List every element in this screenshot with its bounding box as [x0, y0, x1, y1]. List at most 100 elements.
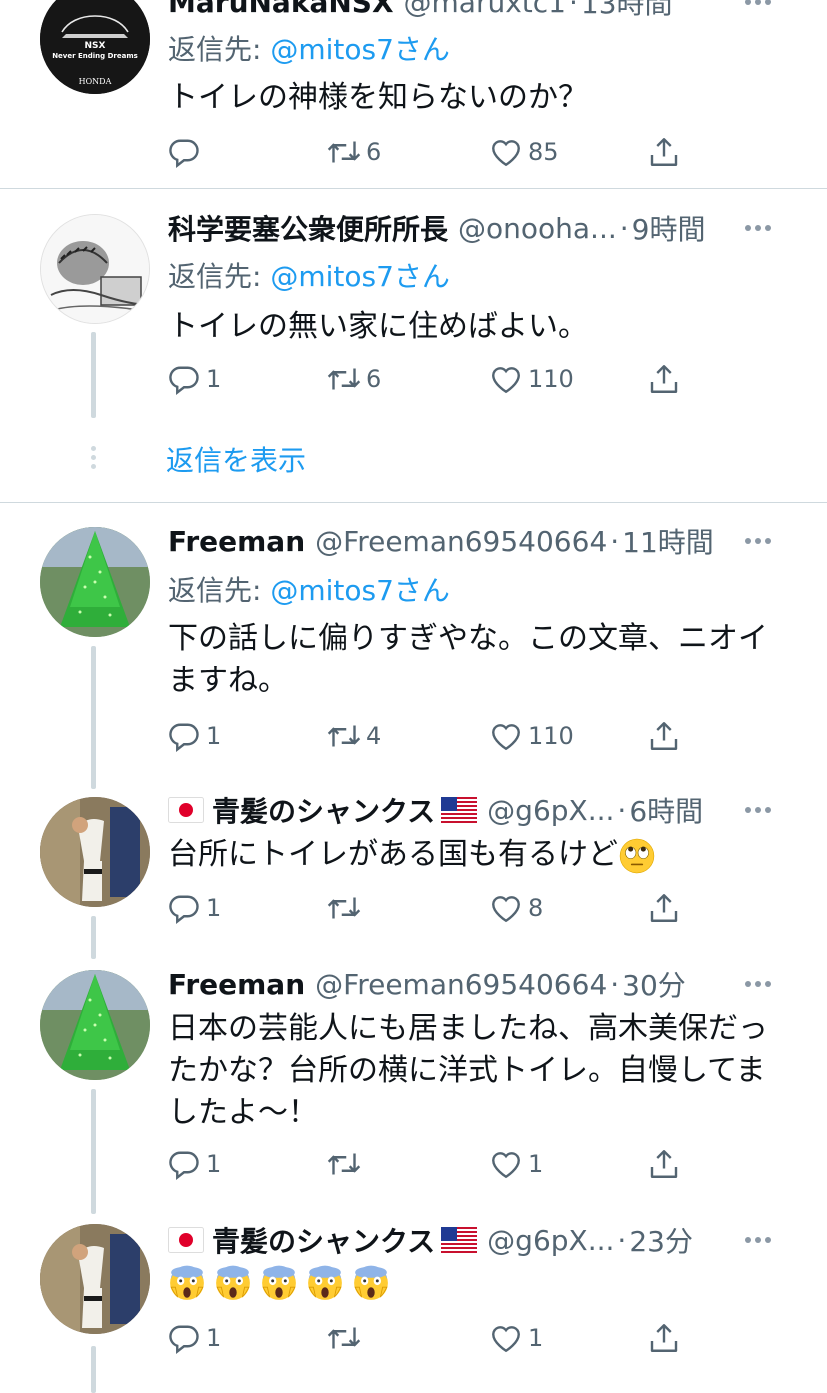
heart-icon — [488, 361, 524, 397]
user-handle[interactable]: @onooha... — [458, 212, 617, 245]
display-name[interactable]: Freeman — [168, 968, 305, 1001]
user-handle[interactable]: @g6pX... — [487, 1224, 614, 1257]
timestamp[interactable]: 6時間 — [629, 790, 703, 830]
tweet[interactable]: 科学要塞公衆便所所長 @onooha... · 9時間 返信先: @mitos7… — [0, 189, 827, 502]
show-replies-link[interactable]: 返信を表示 — [166, 439, 306, 479]
avatar[interactable] — [40, 214, 150, 324]
action-bar: 1 1 — [166, 1318, 706, 1358]
tweet[interactable]: 青髪のシャンクス @g6pX... · 23分 1 1 — [0, 1206, 827, 1393]
thread-ellipsis — [91, 446, 96, 469]
tweet[interactable]: 青髪のシャンクス @g6pX... · 6時間 台所にトイレがある国も有るけど … — [0, 773, 827, 959]
user-handle[interactable]: @Freeman69540664 — [315, 525, 607, 558]
reply-count: 1 — [206, 722, 222, 750]
timestamp[interactable]: 23分 — [629, 1220, 693, 1260]
more-icon[interactable] — [745, 521, 771, 561]
separator-dot: · — [619, 211, 629, 245]
tweet[interactable]: Freeman @Freeman69540664 · 11時間 返信先: @mi… — [0, 503, 827, 789]
more-icon[interactable] — [745, 0, 771, 22]
timestamp[interactable]: 13時間 — [581, 0, 673, 22]
mention-link[interactable]: @mitos7さん — [270, 33, 450, 66]
share-button[interactable] — [646, 888, 682, 928]
thread-line — [91, 1346, 96, 1393]
user-handle[interactable]: @g6pX... — [487, 794, 614, 827]
avatar[interactable]: NSX Never Ending Dreams HONDA — [40, 0, 150, 94]
tree-avatar-image — [40, 527, 150, 637]
nsx-logo-avatar: NSX Never Ending Dreams HONDA — [40, 0, 150, 94]
like-count: 1 — [528, 1324, 544, 1352]
scream-emoji — [214, 1264, 252, 1302]
avatar[interactable] — [40, 527, 150, 637]
tweet-text: 日本の芸能人にも居ましたね、高木美保だっ たかな？台所の横に洋式トイレ。自慢して… — [168, 1008, 788, 1134]
share-icon — [646, 718, 682, 754]
tweet[interactable]: NSX Never Ending Dreams HONDA MaruNakaNS… — [0, 0, 827, 188]
heart-icon — [488, 890, 524, 926]
heart-icon — [488, 718, 524, 754]
action-bar: 1 4 110 — [166, 716, 706, 756]
more-icon[interactable] — [745, 964, 771, 1004]
display-name[interactable]: 科学要塞公衆便所所長 — [168, 208, 448, 248]
retweet-button[interactable] — [326, 1318, 366, 1358]
tweet-header: MaruNakaNSX @maruxtc1 · 13時間 — [168, 0, 815, 22]
tweet-text-line: 下の話しに偏りすぎやな。この文章、ニオイ — [168, 621, 768, 656]
like-button[interactable]: 110 — [488, 359, 574, 399]
karate-avatar-image — [40, 1224, 150, 1334]
thread-line — [91, 332, 96, 418]
display-name[interactable]: 青髪のシャンクス — [212, 790, 435, 830]
like-count: 1 — [528, 1150, 544, 1178]
reply-button[interactable]: 1 — [166, 1318, 221, 1358]
reply-button[interactable]: 1 — [166, 716, 221, 756]
tweet[interactable]: Freeman @Freeman69540664 · 30分 日本の芸能人にも居… — [0, 946, 827, 1214]
share-button[interactable] — [646, 1144, 682, 1184]
like-button[interactable]: 110 — [488, 716, 574, 756]
reply-context: 返信先: @mitos7さん — [168, 255, 450, 295]
like-button[interactable]: 1 — [488, 1318, 543, 1358]
timestamp[interactable]: 9時間 — [632, 208, 706, 248]
retweet-button[interactable] — [326, 888, 366, 928]
retweet-count: 6 — [366, 365, 382, 393]
us-flag-icon — [441, 1227, 477, 1253]
avatar[interactable] — [40, 970, 150, 1080]
display-name[interactable]: Freeman — [168, 525, 305, 558]
display-name[interactable]: 青髪のシャンクス — [212, 1220, 435, 1260]
reply-icon — [166, 361, 202, 397]
retweet-icon — [326, 1146, 362, 1182]
reply-button[interactable]: 1 — [166, 359, 221, 399]
scream-emoji — [168, 1264, 206, 1302]
retweet-button[interactable]: 6 — [326, 132, 381, 172]
reply-button[interactable] — [166, 132, 206, 172]
more-icon[interactable] — [745, 1220, 771, 1260]
share-button[interactable] — [646, 1318, 682, 1358]
avatar[interactable] — [40, 797, 150, 907]
eye-roll-emoji — [618, 837, 656, 875]
thread-line — [91, 1089, 96, 1214]
retweet-button[interactable]: 6 — [326, 359, 381, 399]
reply-button[interactable]: 1 — [166, 1144, 221, 1184]
like-count: 110 — [528, 365, 574, 393]
mention-link[interactable]: @mitos7さん — [270, 574, 450, 607]
more-icon[interactable] — [745, 790, 771, 830]
timestamp[interactable]: 11時間 — [622, 521, 714, 561]
timestamp[interactable]: 30分 — [622, 964, 686, 1004]
display-name[interactable]: MaruNakaNSX — [168, 0, 394, 19]
share-button[interactable] — [646, 132, 682, 172]
tweet-text: トイレの無い家に住めばよい。 — [168, 309, 588, 344]
like-button[interactable]: 1 — [488, 1144, 543, 1184]
avatar-badge-text: NSX — [85, 41, 106, 51]
avatar[interactable] — [40, 1224, 150, 1334]
like-count: 85 — [528, 138, 559, 166]
like-button[interactable]: 8 — [488, 888, 543, 928]
mention-link[interactable]: @mitos7さん — [270, 260, 450, 293]
retweet-button[interactable] — [326, 1144, 366, 1184]
tweet-text-line: 日本の芸能人にも居ましたね、高木美保だっ — [168, 1011, 768, 1046]
like-count: 110 — [528, 722, 574, 750]
share-button[interactable] — [646, 359, 682, 399]
reply-button[interactable]: 1 — [166, 888, 221, 928]
more-icon[interactable] — [745, 208, 771, 248]
like-button[interactable]: 85 — [488, 132, 559, 172]
reply-context: 返信先: @mitos7さん — [168, 28, 450, 68]
action-bar: 1 6 110 — [166, 359, 706, 399]
user-handle[interactable]: @Freeman69540664 — [315, 968, 607, 1001]
retweet-button[interactable]: 4 — [326, 716, 381, 756]
user-handle[interactable]: @maruxtc1 — [404, 0, 566, 19]
share-button[interactable] — [646, 716, 682, 756]
